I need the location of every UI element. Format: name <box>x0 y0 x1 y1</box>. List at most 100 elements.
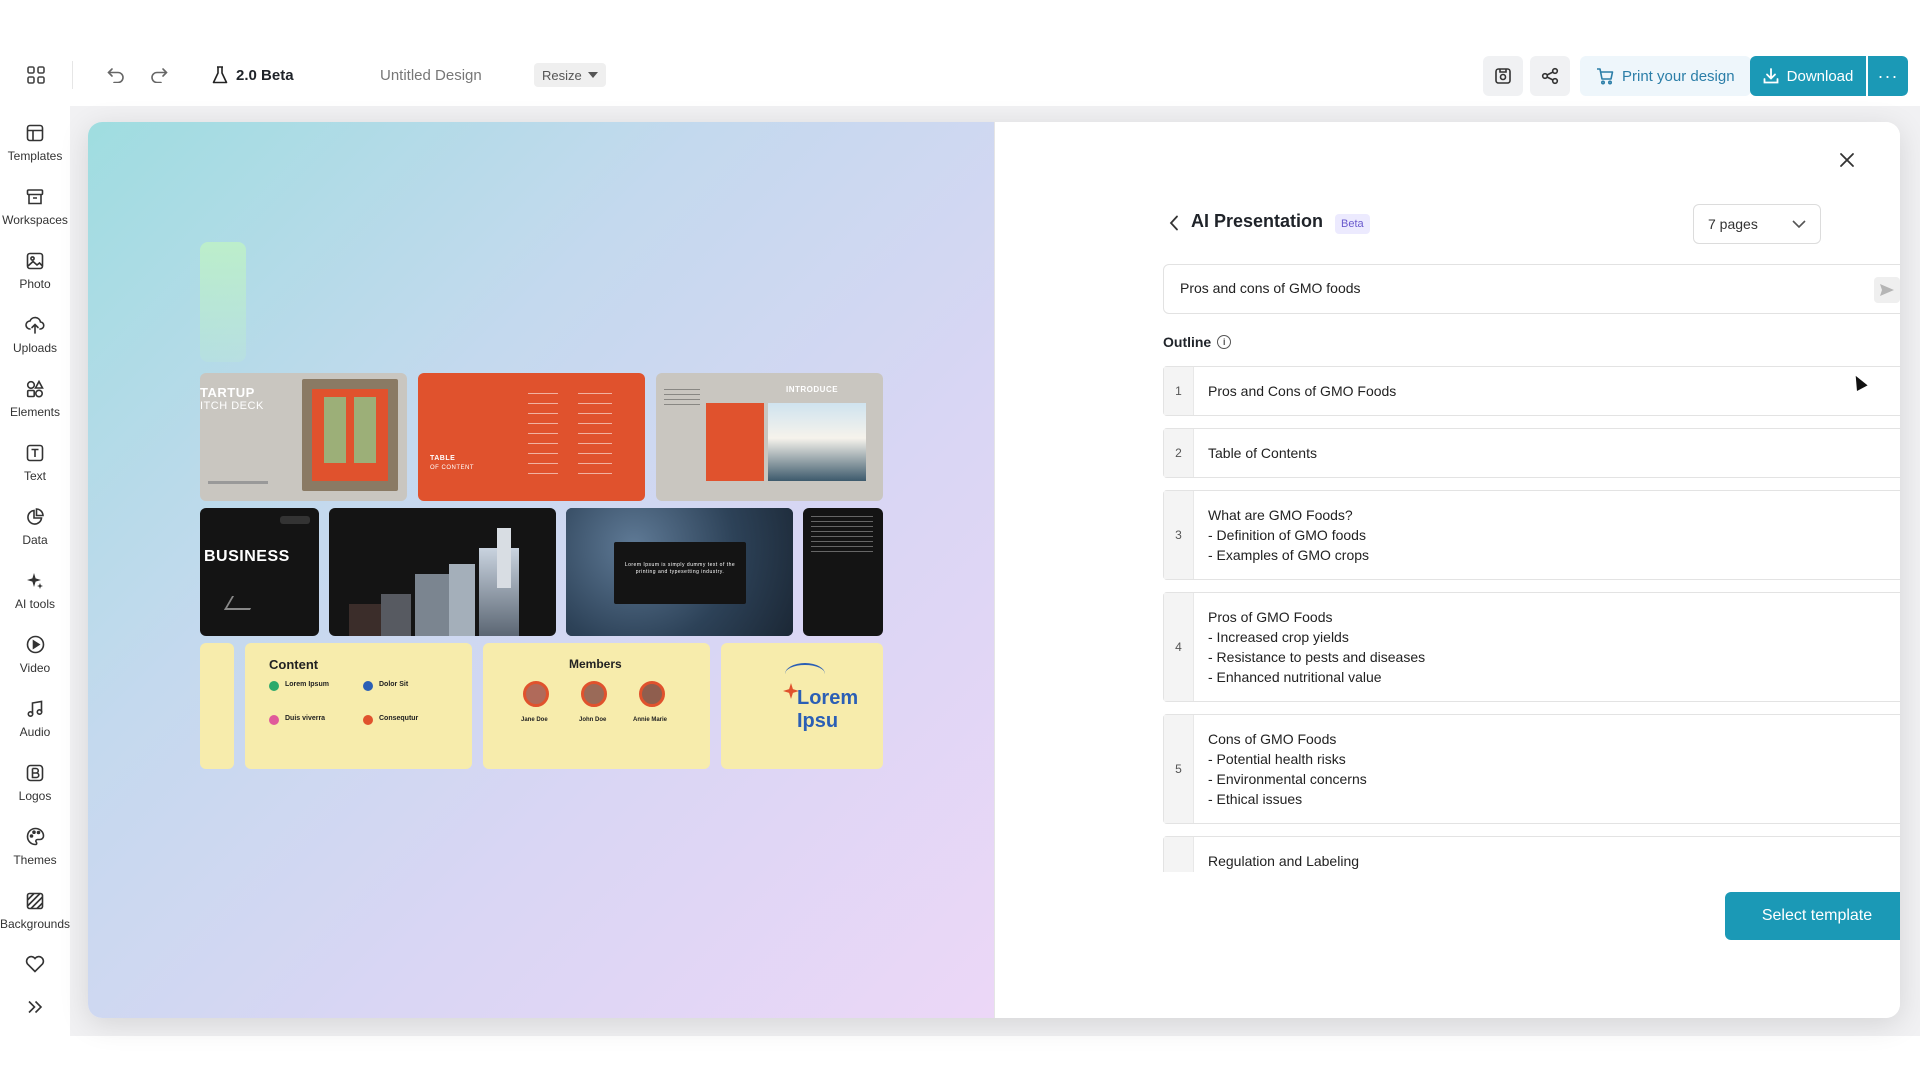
outline-item-text[interactable]: Pros of GMO Foods - Increased crop yield… <box>1194 593 1439 701</box>
pages-select[interactable]: 7 pages <box>1693 204 1821 244</box>
sidebar-item-text[interactable]: Text <box>0 434 70 490</box>
document-title[interactable]: Untitled Design <box>380 58 482 92</box>
prompt-input[interactable]: Pros and cons of GMO foods <box>1163 264 1900 314</box>
outline-item-text[interactable]: Regulation and Labeling <box>1194 837 1373 872</box>
outline-item[interactable]: 1 Pros and Cons of GMO Foods <box>1163 366 1900 416</box>
select-template-button[interactable]: Select template <box>1725 892 1900 940</box>
sidebar-item-uploads[interactable]: Uploads <box>0 306 70 362</box>
sidebar-label: Photo <box>19 276 51 291</box>
sidebar-label: Elements <box>9 404 61 419</box>
thumb-partial[interactable] <box>200 643 234 769</box>
version-label[interactable]: 2.0 Beta <box>212 58 294 92</box>
ai-presentation-modal: TARTUP ITCH DECK TABLE OF CONTENT INTROD… <box>88 122 1900 1018</box>
more-options-button[interactable]: ··· <box>1868 56 1908 96</box>
sidebar-item-audio[interactable]: Audio <box>0 690 70 746</box>
data-chart-icon <box>24 506 46 528</box>
thumb-item: Duis viverra <box>285 715 326 722</box>
outline-item[interactable]: 3 What are GMO Foods? - Definition of GM… <box>1163 490 1900 580</box>
resize-button[interactable]: Resize <box>534 63 606 87</box>
chevron-down-icon <box>1792 220 1806 228</box>
thumb-member: Jane Doe <box>521 717 548 723</box>
outline-item-text[interactable]: Pros and Cons of GMO Foods <box>1194 367 1410 415</box>
outline-item-number: 3 <box>1164 491 1194 579</box>
thumb-table-of-content[interactable]: TABLE OF CONTENT <box>418 373 645 501</box>
apps-grid-icon[interactable] <box>18 57 54 93</box>
backgrounds-icon <box>24 890 46 912</box>
outline-list: 1 Pros and Cons of GMO Foods 2 Table of … <box>1163 366 1900 872</box>
outline-line: Table of Contents <box>1208 445 1317 461</box>
thumb-title: TABLE <box>430 455 456 462</box>
info-icon[interactable]: i <box>1217 335 1232 349</box>
outline-item-number <box>1164 837 1194 872</box>
outline-line: - Potential health risks <box>1208 751 1346 767</box>
logos-icon <box>24 762 46 784</box>
thumb-title: Members <box>569 657 622 671</box>
outline-item[interactable]: 4 Pros of GMO Foods - Increased crop yie… <box>1163 592 1900 702</box>
outline-item-number: 4 <box>1164 593 1194 701</box>
toolbar-divider <box>72 61 73 89</box>
thumb-title: Content <box>269 657 319 672</box>
download-button[interactable]: Download <box>1750 56 1866 96</box>
thumb-introduce[interactable]: INTRODUCE <box>656 373 883 501</box>
thumb-lorem-ipsum-dark[interactable]: Lorem Ipsum is simply dummy text of the … <box>566 508 793 636</box>
thumb-item: Consequtur <box>379 715 419 722</box>
sidebar-label: Backgrounds <box>0 916 71 931</box>
thumb-title: INTRODUCE <box>786 385 839 394</box>
sidebar-label: AI tools <box>14 596 56 611</box>
thumb-lorem-ipsu[interactable]: Lorem Ipsu <box>721 643 883 769</box>
elements-icon <box>24 378 46 400</box>
sidebar-item-templates[interactable]: Templates <box>0 114 70 170</box>
sidebar-label: Templates <box>7 148 63 163</box>
sidebar-item-video[interactable]: Video <box>0 626 70 682</box>
sidebar-item-backgrounds[interactable]: Backgrounds <box>0 882 70 938</box>
outline-label: Outline <box>1163 334 1212 350</box>
thumb-member: Annie Marie <box>633 717 668 723</box>
panel-title: AI Presentation <box>1191 211 1324 231</box>
thumb-title: TARTUP <box>200 385 255 400</box>
outline-item[interactable]: Regulation and Labeling <box>1163 836 1900 872</box>
close-icon[interactable] <box>1831 144 1863 176</box>
outline-item-text[interactable]: What are GMO Foods? - Definition of GMO … <box>1194 491 1383 579</box>
photo-icon <box>24 250 46 272</box>
outline-item[interactable]: 5 Cons of GMO Foods - Potential health r… <box>1163 714 1900 824</box>
outline-item[interactable]: 2 Table of Contents <box>1163 428 1900 478</box>
thumb-body-text: Lorem Ipsum is simply dummy text of the … <box>624 562 736 575</box>
back-chevron-icon[interactable] <box>1162 210 1186 236</box>
thumb-dark-text[interactable] <box>803 508 883 636</box>
faded-thumbnail <box>200 242 246 362</box>
send-button[interactable] <box>1874 277 1900 303</box>
favorites-button[interactable] <box>0 944 70 984</box>
top-toolbar: 2.0 Beta Untitled Design Resize Print yo… <box>0 44 1920 106</box>
redo-icon[interactable] <box>141 57 177 93</box>
share-button[interactable] <box>1530 56 1570 96</box>
thumb-subtitle: OF CONTENT <box>430 465 474 471</box>
thumb-subtitle: ITCH DECK <box>200 400 264 412</box>
outline-item-text[interactable]: Cons of GMO Foods - Potential health ris… <box>1194 715 1381 823</box>
thumb-startup-pitch-deck[interactable]: TARTUP ITCH DECK <box>200 373 407 501</box>
print-your-design-button[interactable]: Print your design <box>1580 56 1751 96</box>
flask-icon <box>212 66 228 84</box>
ai-sparkle-icon <box>24 570 46 592</box>
thumb-business[interactable]: BUSINESS <box>200 508 319 636</box>
sidebar-item-logos[interactable]: Logos <box>0 754 70 810</box>
thumb-city-skyline[interactable] <box>329 508 556 636</box>
outline-line: Cons of GMO Foods <box>1208 731 1337 747</box>
sidebar-item-photo[interactable]: Photo <box>0 242 70 298</box>
sidebar-item-data[interactable]: Data <box>0 498 70 554</box>
template-preview-pane: TARTUP ITCH DECK TABLE OF CONTENT INTROD… <box>88 122 994 1018</box>
sidebar-item-elements[interactable]: Elements <box>0 370 70 426</box>
sidebar-label: Data <box>22 532 48 547</box>
expand-sidebar-button[interactable] <box>0 990 70 1024</box>
undo-icon[interactable] <box>98 57 134 93</box>
outline-item-number: 1 <box>1164 367 1194 415</box>
sidebar-item-themes[interactable]: Themes <box>0 818 70 874</box>
outline-item-text[interactable]: Table of Contents <box>1194 429 1331 477</box>
save-button[interactable] <box>1483 56 1523 96</box>
thumb-members[interactable]: Members Jane Doe John Doe Annie Marie <box>483 643 710 769</box>
outline-heading: Outline i <box>1163 334 1232 350</box>
sidebar-item-ai-tools[interactable]: AI tools <box>0 562 70 618</box>
thumb-content[interactable]: Content Lorem Ipsum Dolor Sit Duis viver… <box>245 643 472 769</box>
pages-select-value: 7 pages <box>1708 216 1758 232</box>
sidebar-item-workspaces[interactable]: Workspaces <box>0 178 70 234</box>
caret-down-icon <box>587 72 598 78</box>
